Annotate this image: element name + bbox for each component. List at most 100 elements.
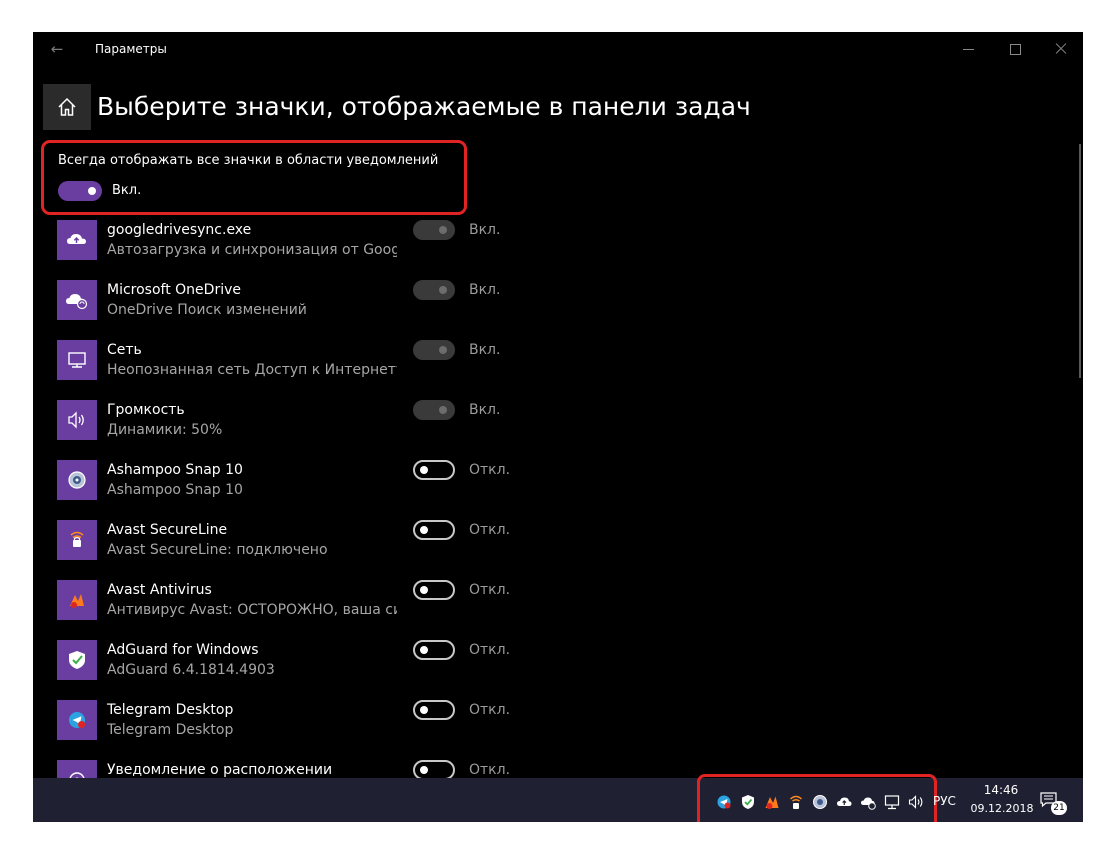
item-toggle-state: Откл. — [469, 702, 511, 718]
tray-network[interactable] — [884, 794, 900, 810]
speaker-icon — [908, 795, 923, 809]
item-toggle[interactable] — [413, 340, 455, 360]
app-icon-tile — [57, 460, 97, 500]
item-toggle-state: Вкл. — [469, 402, 501, 418]
item-title: Сеть — [107, 342, 142, 358]
item-toggle[interactable] — [413, 580, 455, 600]
ashampoo-snap-icon — [68, 471, 86, 489]
app-icon-tile — [57, 400, 97, 440]
app-icon-tile — [57, 220, 97, 260]
onedrive-sync-icon — [66, 294, 88, 310]
cloud-upload-icon — [67, 234, 86, 244]
item-title: Ashampoo Snap 10 — [107, 462, 243, 478]
maximize-button[interactable] — [1005, 40, 1025, 58]
item-subtitle: AdGuard 6.4.1814.4903 — [107, 662, 275, 678]
item-toggle-state: Откл. — [469, 642, 511, 658]
item-title: Уведомление о расположении — [107, 762, 333, 778]
item-toggle[interactable] — [413, 460, 455, 480]
item-toggle[interactable] — [413, 700, 455, 720]
tray-telegram[interactable] — [716, 794, 732, 810]
item-title: googledrivesync.exe — [107, 222, 252, 238]
item-toggle-state: Откл. — [469, 762, 511, 778]
list-item: AdGuard for Windows AdGuard 6.4.1814.490… — [57, 640, 517, 682]
always-show-toggle[interactable] — [58, 181, 102, 201]
item-toggle-state: Откл. — [469, 522, 511, 538]
taskbar: РУС 14:46 09.12.2018 21 — [33, 774, 1083, 822]
item-toggle[interactable] — [413, 640, 455, 660]
clock-date[interactable]: 09.12.2018 — [965, 801, 1039, 816]
clock-time[interactable]: 14:46 — [981, 783, 1021, 798]
list-item: Сеть Неопознанная сеть Доступ к Интернет… — [57, 340, 517, 382]
item-subtitle: Неопознанная сеть Доступ к Интернету... — [107, 362, 397, 378]
item-toggle[interactable] — [413, 220, 455, 240]
item-toggle[interactable] — [413, 400, 455, 420]
adguard-shield-icon — [69, 651, 85, 669]
item-title: Avast SecureLine — [107, 522, 228, 538]
avast-secureline-icon — [70, 531, 84, 547]
tray-adguard[interactable] — [740, 794, 756, 810]
app-icon-tile — [57, 280, 97, 320]
action-center-button[interactable]: 21 — [1039, 790, 1067, 816]
avast-antivirus-icon — [765, 796, 779, 809]
page-title: Выберите значки, отображаемые в панели з… — [97, 92, 751, 121]
network-icon — [68, 352, 86, 368]
ashampoo-snap-icon — [813, 795, 827, 809]
list-item: Avast Antivirus Антивирус Avast: ОСТОРОЖ… — [57, 580, 517, 622]
tray-ashampoo-snap[interactable] — [812, 794, 828, 810]
home-icon — [58, 97, 76, 116]
home-button[interactable] — [43, 84, 91, 130]
telegram-icon — [717, 795, 731, 809]
settings-window: ← Параметры Выберите значки, отображаемы… — [33, 32, 1083, 822]
close-button[interactable] — [1051, 40, 1071, 58]
onedrive-sync-icon — [861, 797, 876, 810]
network-icon — [884, 795, 900, 810]
item-subtitle: Автозагрузка и синхронизация от Googl... — [107, 242, 397, 258]
item-toggle-state: Откл. — [469, 462, 511, 478]
always-show-all-icons-setting: Всегда отображать все значки в области у… — [41, 140, 467, 215]
tray-volume[interactable] — [908, 794, 924, 810]
item-title: Telegram Desktop — [107, 702, 234, 718]
minimize-button[interactable] — [959, 40, 979, 58]
app-icon-tile — [57, 640, 97, 680]
item-toggle-state: Откл. — [469, 582, 511, 598]
list-item: Avast SecureLine Avast SecureLine: подкл… — [57, 520, 517, 562]
item-subtitle: Telegram Desktop — [107, 722, 234, 738]
item-toggle-state: Вкл. — [469, 342, 501, 358]
cloud-upload-icon — [837, 797, 852, 806]
telegram-icon — [69, 712, 85, 728]
list-item: Telegram Desktop Telegram Desktop Откл. — [57, 700, 517, 742]
item-title: AdGuard for Windows — [107, 642, 259, 658]
tray-onedrive[interactable] — [860, 794, 876, 810]
item-title: Microsoft OneDrive — [107, 282, 241, 298]
list-item: googledrivesync.exe Автозагрузка и синхр… — [57, 220, 517, 262]
app-icon-tile — [57, 580, 97, 620]
item-subtitle: OneDrive Поиск изменений — [107, 302, 307, 318]
item-subtitle: Динамики: 50% — [107, 422, 223, 438]
list-item: Громкость Динамики: 50% Вкл. — [57, 400, 517, 442]
tray-google-drive-sync[interactable] — [836, 794, 852, 810]
tray-avast-secureline[interactable] — [788, 794, 804, 810]
window-title: Параметры — [95, 42, 167, 56]
app-icon-tile — [57, 520, 97, 560]
always-show-label: Всегда отображать все значки в области у… — [58, 153, 439, 168]
scrollbar[interactable] — [1079, 144, 1081, 378]
item-title: Громкость — [107, 402, 185, 418]
item-toggle[interactable] — [413, 520, 455, 540]
title-bar: ← Параметры — [33, 32, 1083, 66]
item-toggle[interactable] — [413, 280, 455, 300]
notification-count-badge: 21 — [1051, 801, 1067, 815]
item-toggle[interactable] — [413, 760, 455, 780]
back-arrow-icon[interactable]: ← — [47, 40, 67, 58]
list-item: Ashampoo Snap 10 Ashampoo Snap 10 Откл. — [57, 460, 517, 502]
app-icon-tile — [57, 700, 97, 740]
adguard-shield-icon — [742, 795, 754, 809]
item-subtitle: Ashampoo Snap 10 — [107, 482, 243, 498]
speaker-icon — [68, 411, 84, 429]
avast-secureline-icon — [789, 795, 803, 809]
tray-avast-antivirus[interactable] — [764, 794, 780, 810]
item-title: Avast Antivirus — [107, 582, 212, 598]
item-toggle-state: Вкл. — [469, 282, 501, 298]
item-subtitle: Avast SecureLine: подключено — [107, 542, 328, 558]
input-language[interactable]: РУС — [933, 793, 956, 809]
app-icon-tile — [57, 340, 97, 380]
